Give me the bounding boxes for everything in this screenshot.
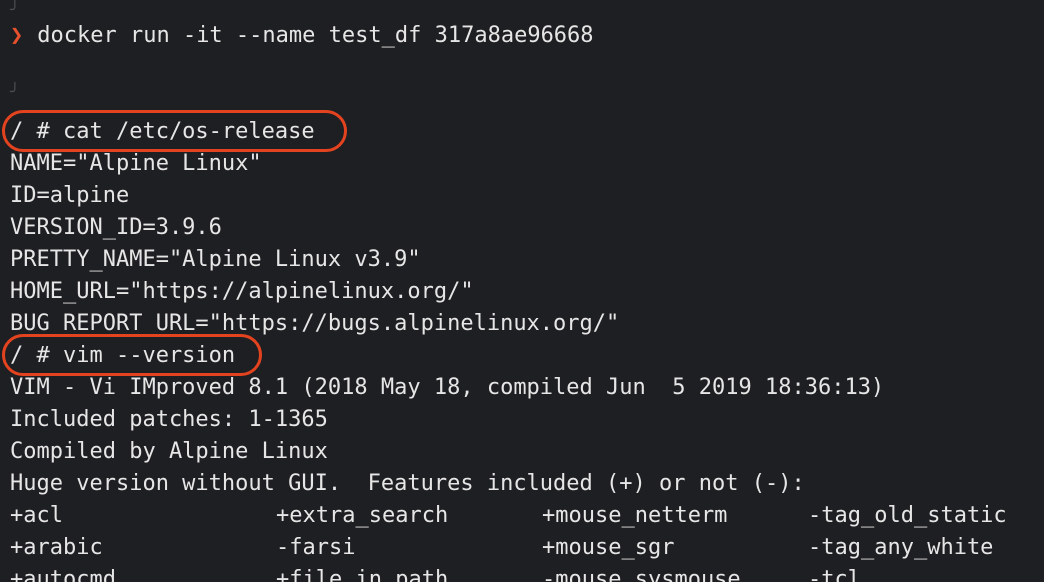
output-line: Huge version without GUI. Features inclu… (10, 471, 805, 496)
output-line: Included patches: 1-1365 (10, 407, 328, 432)
prompt-corner-glyph: ╯ (10, 0, 20, 19)
feature-item: -farsi (276, 535, 356, 560)
feature-item: +extra_search (276, 503, 449, 528)
highlight-outline-cat (2, 110, 347, 152)
output-line: Compiled by Alpine Linux (10, 439, 328, 464)
terminal-window[interactable]: ╯ ❯ docker run -it --name test_df 317a8ae… (0, 0, 1044, 582)
output-line: PRETTY_NAME="Alpine Linux v3.9" (10, 247, 421, 272)
output-line: HOME_URL="https://alpinelinux.org/" (10, 279, 474, 304)
feature-item: +file_in_path (276, 567, 449, 582)
feature-item: -tcl (808, 567, 861, 582)
host-command: docker run -it --name test_df 317a8ae966… (37, 23, 594, 48)
feature-item: +acl (10, 503, 63, 528)
feature-item: -tag_old_static (808, 503, 1007, 528)
feature-item: +mouse_sgr (542, 535, 675, 560)
host-command-line: ❯ docker run -it --name test_df 317a8ae96… (10, 20, 594, 52)
output-line: NAME="Alpine Linux" (10, 151, 262, 176)
feature-item: +mouse_netterm (542, 503, 728, 528)
output-line: VIM - Vi IMproved 8.1 (2018 May 18, comp… (10, 375, 885, 400)
output-line: VERSION_ID=3.9.6 (10, 215, 222, 240)
feature-item: -tag_any_white (808, 535, 994, 560)
chevron-right-icon: ❯ (10, 23, 24, 48)
prompt-corner-glyph: ╯ (10, 82, 20, 101)
feature-item: +arabic (10, 535, 103, 560)
feature-item: +autocmd (10, 567, 116, 582)
feature-item: -mouse_sysmouse (542, 567, 741, 582)
highlight-outline-vim (2, 334, 262, 376)
output-line: ID=alpine (10, 183, 130, 208)
